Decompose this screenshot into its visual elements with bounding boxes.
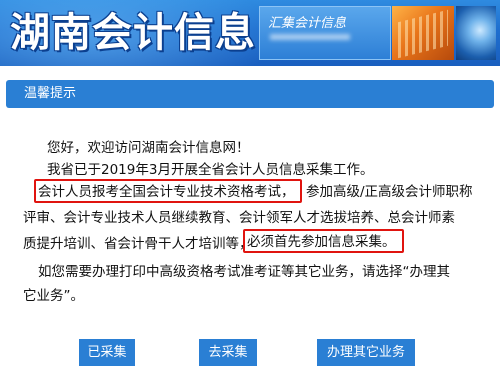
banner-blurred-text (270, 34, 350, 40)
other-business-button[interactable]: 办理其它业务 (317, 339, 415, 366)
notice-line-3: 评审、会计专业技术人员继续教育、会计领军人才选拔培养、总会计师素 (23, 210, 455, 226)
notice-line-2-highlight: 会计人员报考全国会计专业技术资格考试， (38, 184, 295, 200)
notice-line-5: 如您需要办理打印中高级资格考试准考证等其它业务，请选择“办理其 (38, 264, 450, 280)
collected-button[interactable]: 已采集 (79, 339, 135, 366)
notice-line-4-highlight: 必须首先参加信息采集。 (247, 234, 396, 250)
globe-image (456, 6, 496, 60)
notice-header-bar: 温馨提示 (6, 80, 494, 108)
go-collect-button[interactable]: 去采集 (199, 339, 257, 366)
banner-art-image (392, 6, 454, 60)
notice-line-1: 我省已于2019年3月开展全省会计人员信息采集工作。 (47, 162, 374, 178)
greeting-text: 您好，欢迎访问湖南会计信息网！ (47, 140, 250, 156)
notice-line-4-start: 质提升培训、省会计骨干人才培训等， (23, 236, 253, 252)
banner-subtitle: 汇集会计信息 (268, 16, 347, 31)
notice-line-6: 它业务”。 (23, 288, 84, 304)
header-banner: 湖南会计信息 汇集会计信息 (0, 0, 500, 66)
notice-line-2-rest: 参加高级/正高级会计师职称 (306, 184, 473, 200)
site-title: 湖南会计信息 (10, 10, 256, 56)
notice-title: 温馨提示 (24, 86, 77, 101)
